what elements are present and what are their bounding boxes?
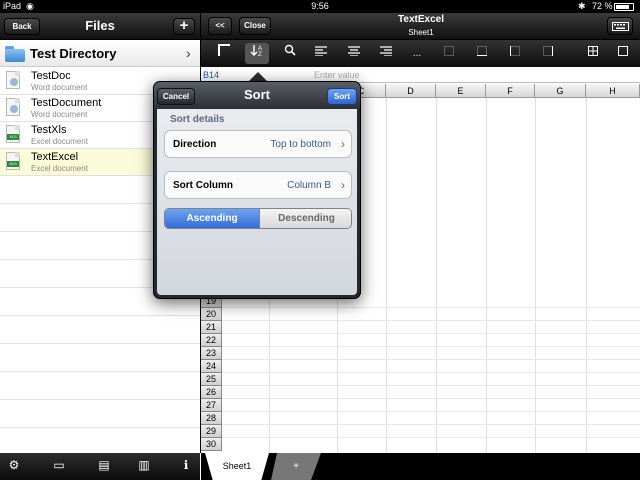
borders-icon[interactable] xyxy=(536,43,560,64)
sort-popover: Cancel Sort Sort Sort details Direction … xyxy=(153,81,361,299)
excel-file-icon: XLS xyxy=(6,152,20,170)
row-header[interactable]: 23 xyxy=(201,347,222,360)
close-button[interactable]: Close xyxy=(239,17,271,35)
row-header[interactable]: 29 xyxy=(201,425,222,438)
add-file-button[interactable]: + xyxy=(173,18,195,35)
direction-value: Top to bottom xyxy=(270,139,331,150)
excel-file-icon: XLS xyxy=(6,125,20,143)
files-toolbar: ⚙ ▭ ▤ ▥ ℹ xyxy=(0,453,200,480)
column-header[interactable]: H xyxy=(586,84,640,98)
collapse-button[interactable]: << xyxy=(208,17,232,35)
file-name: TestDocument xyxy=(31,97,102,109)
align-center-icon[interactable] xyxy=(342,43,366,64)
row-header[interactable]: 20 xyxy=(201,308,222,321)
search-icon[interactable] xyxy=(278,43,302,64)
row-header[interactable]: 28 xyxy=(201,412,222,425)
sort-column-row[interactable]: Sort Column Column B › xyxy=(164,171,352,199)
sort-column-label: Sort Column xyxy=(173,180,233,191)
direction-label: Direction xyxy=(173,139,217,150)
sort-icon[interactable]: AZ xyxy=(245,43,269,64)
import-icon[interactable]: ▤ xyxy=(97,458,111,472)
borders-icon[interactable] xyxy=(581,43,605,64)
freeze-icon[interactable] xyxy=(212,43,236,64)
borders-icon[interactable] xyxy=(437,43,461,64)
files-navbar: Back Files + xyxy=(0,13,200,40)
document-title: TextExcel xyxy=(398,14,444,25)
sort-button[interactable]: Sort xyxy=(327,88,357,105)
folder-icon xyxy=(5,46,25,62)
align-right-icon[interactable] xyxy=(374,43,398,64)
file-type: Excel document xyxy=(31,164,88,173)
empty-row xyxy=(0,373,200,400)
popover-title: Sort xyxy=(244,87,270,102)
chevron-right-icon: › xyxy=(341,137,345,151)
back-button[interactable]: Back xyxy=(4,18,40,35)
column-header[interactable]: E xyxy=(436,84,486,98)
battery-percent: 72 % xyxy=(592,1,613,11)
word-file-icon xyxy=(6,71,20,89)
svg-text:Z: Z xyxy=(258,52,262,57)
formatting-toolbar: AZ ... xyxy=(201,40,640,67)
borders-icon[interactable] xyxy=(470,43,494,64)
more-icon[interactable]: ... xyxy=(405,43,429,64)
order-segmented-control: Ascending Descending xyxy=(164,208,352,229)
sort-column-value: Column B xyxy=(287,180,331,191)
clock: 9:56 xyxy=(311,1,329,11)
file-type: Excel document xyxy=(31,137,88,146)
sheet-subtitle: Sheet1 xyxy=(408,28,434,37)
empty-row xyxy=(0,429,200,456)
row-header[interactable]: 27 xyxy=(201,399,222,412)
info-icon[interactable]: ℹ xyxy=(179,458,193,472)
file-name: TextExcel xyxy=(31,151,79,163)
column-header[interactable]: D xyxy=(386,84,436,98)
chevron-right-icon: › xyxy=(341,178,345,192)
popover-header: Cancel Sort Sort xyxy=(154,82,360,109)
directory-row[interactable]: Test Directory › xyxy=(0,41,200,67)
bluetooth-icon: ✱ xyxy=(578,1,586,11)
section-header: Sort details xyxy=(170,114,225,125)
new-folder-icon[interactable]: ▭ xyxy=(52,458,66,472)
file-name: TestXls xyxy=(31,124,67,136)
chevron-right-icon: › xyxy=(186,45,191,61)
ipad-screen: { "status": {"device": "iPad", "time": "… xyxy=(0,0,640,480)
popover-body: Sort details Direction Top to bottom › S… xyxy=(157,109,357,295)
battery-icon xyxy=(614,3,634,11)
directory-name: Test Directory xyxy=(30,46,117,61)
file-name: TestDoc xyxy=(31,70,71,82)
empty-row xyxy=(0,345,200,372)
sheet-tab-bar: Sheet1 + xyxy=(201,453,640,480)
files-title: Files xyxy=(85,18,115,33)
cancel-button[interactable]: Cancel xyxy=(157,88,195,105)
file-type: Word document xyxy=(31,110,88,119)
file-type: Word document xyxy=(31,83,88,92)
word-file-icon xyxy=(6,98,20,116)
formula-input[interactable]: Enter value xyxy=(311,67,640,83)
add-sheet-button[interactable]: + xyxy=(271,453,321,480)
row-header[interactable]: 26 xyxy=(201,386,222,399)
keyboard-button[interactable] xyxy=(607,17,633,35)
align-left-icon[interactable] xyxy=(309,43,333,64)
document-navbar: << Close TextExcel Sheet1 xyxy=(201,13,640,40)
row-header[interactable]: 21 xyxy=(201,321,222,334)
empty-row xyxy=(0,401,200,428)
borders-icon[interactable] xyxy=(611,43,635,64)
borders-icon[interactable] xyxy=(503,43,527,64)
sheet-tab[interactable]: Sheet1 xyxy=(205,453,269,480)
direction-row[interactable]: Direction Top to bottom › xyxy=(164,130,352,158)
status-bar: iPad ◉ 9:56 ✱ 72 % xyxy=(0,0,640,13)
settings-icon[interactable]: ⚙ xyxy=(7,458,21,472)
trash-icon[interactable]: ▥ xyxy=(137,458,151,472)
row-header[interactable]: 25 xyxy=(201,373,222,386)
ascending-segment[interactable]: Ascending xyxy=(165,209,259,228)
column-header[interactable]: G xyxy=(535,84,586,98)
descending-segment[interactable]: Descending xyxy=(259,209,351,228)
row-header[interactable]: 24 xyxy=(201,360,222,373)
row-header[interactable]: 30 xyxy=(201,438,222,451)
row-header[interactable]: 22 xyxy=(201,334,222,347)
empty-row xyxy=(0,317,200,344)
column-header[interactable]: F xyxy=(486,84,535,98)
keyboard-icon xyxy=(612,22,629,31)
